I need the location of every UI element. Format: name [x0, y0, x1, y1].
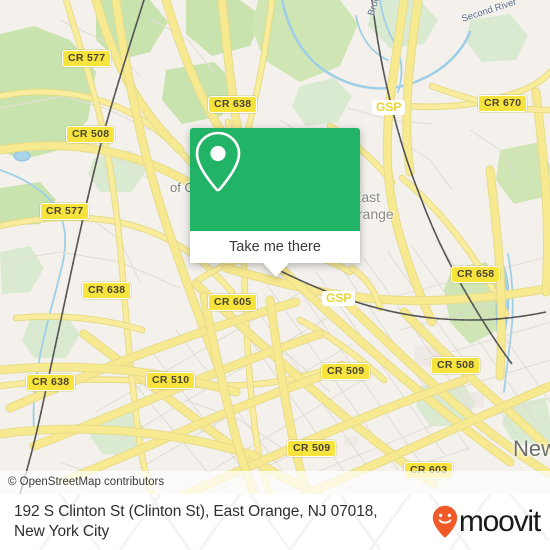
take-me-there-button[interactable]: Take me there	[190, 231, 360, 263]
address-line-2: New York City	[14, 523, 110, 540]
moovit-wordmark: moovit	[458, 505, 541, 538]
map-canvas[interactable]: .bg { fill:#f4f1ec; } .park { fill:#cfe5…	[0, 0, 550, 494]
gsp-shield-label: GSP	[322, 291, 356, 306]
road-shield-label: CR 670	[478, 95, 528, 112]
popup-header	[190, 128, 360, 231]
road-shield-label: CR 577	[40, 203, 90, 220]
footer-bar: 192 S Clinton St (Clinton St), East Oran…	[0, 494, 550, 550]
road-shield-label: CR 605	[208, 294, 258, 311]
road-shield-label: CR 509	[287, 440, 337, 457]
gsp-shield-label: GSP	[372, 100, 406, 115]
map-pin-icon	[195, 131, 241, 192]
moovit-logo[interactable]: moovit	[432, 505, 541, 539]
road-shield-label: CR 658	[451, 266, 501, 283]
destination-popup[interactable]: Take me there	[190, 128, 360, 277]
map-attribution[interactable]: © OpenStreetMap contributors	[0, 471, 550, 494]
road-shield-label: CR 638	[82, 282, 132, 299]
road-shield-label: CR 638	[208, 96, 258, 113]
address-line-1: 192 S Clinton St (Clinton St), East Oran…	[14, 503, 378, 520]
region-label: New	[513, 436, 550, 461]
road-shield-label: CR 577	[62, 50, 112, 67]
address-text: 192 S Clinton St (Clinton St), East Oran…	[14, 502, 432, 542]
popup-tail	[263, 263, 289, 277]
moovit-pin-smiley-icon	[432, 505, 458, 538]
road-shield-label: CR 510	[146, 372, 196, 389]
app-screen: .bg { fill:#f4f1ec; } .park { fill:#cfe5…	[0, 0, 550, 550]
road-shield-label: CR 638	[26, 374, 76, 391]
road-shield-label: CR 508	[431, 357, 481, 374]
attribution-text: © OpenStreetMap contributors	[8, 476, 165, 488]
take-me-there-label: Take me there	[229, 239, 321, 255]
road-shield-label: CR 508	[66, 126, 116, 143]
road-shield-label: CR 509	[321, 363, 371, 380]
